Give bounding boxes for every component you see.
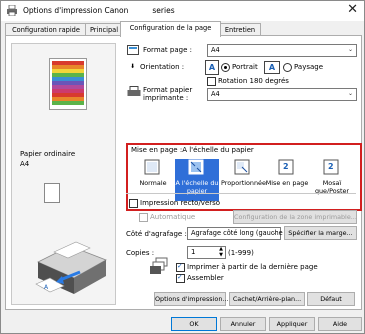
page-size-select[interactable]: A4 ⌄ — [207, 44, 357, 57]
stepper-arrows-icon[interactable]: ▲ ▼ — [219, 246, 223, 258]
ok-button[interactable]: OK — [171, 317, 217, 331]
cancel-button[interactable]: Annuler — [220, 317, 266, 331]
title-bar: Options d'impression Canon series ✕ — [1, 1, 364, 21]
layout-normal[interactable]: Normale — [131, 159, 175, 201]
specify-margin-button[interactable]: Spécifier la marge... — [284, 226, 357, 240]
media-type-text: Papier ordinaire — [20, 150, 76, 158]
preview-image — [52, 61, 84, 105]
apply-button[interactable]: Appliquer — [269, 317, 315, 331]
stapling-side-value: Agrafage côté long (gauche — [191, 229, 283, 237]
duplex-auto-checkbox[interactable] — [139, 213, 148, 222]
orientation-label: Orientation : — [140, 63, 185, 71]
rotate-180-label: Rotation 180 degrés — [218, 77, 289, 85]
divider — [126, 193, 356, 194]
page-layout-badge: 2 — [283, 162, 289, 171]
printer-paper-size-select[interactable]: A4 ⌄ — [207, 88, 357, 101]
reverse-order-checkbox[interactable] — [176, 262, 185, 272]
collate-checkbox[interactable] — [176, 273, 185, 283]
printer-paper-size-label-line2: imprimante : — [143, 94, 189, 102]
duplex-label: Impression recto/verso — [140, 199, 221, 207]
copies-value: 1 — [191, 248, 196, 256]
copies-stepper[interactable]: 1 ▲ ▼ — [187, 246, 226, 259]
chevron-down-icon: ⌄ — [347, 46, 353, 53]
layout-fit-to-paper[interactable]: A l'échelle du papier — [175, 159, 219, 201]
printer-paper-size-label-line1: Format papier — [143, 86, 193, 94]
orientation-bullet-icon: ⬇ — [130, 63, 136, 70]
duplex-auto-label: Automatique — [150, 213, 196, 221]
landscape-radio[interactable] — [283, 63, 292, 72]
layout-page-layout[interactable]: 2 Mise en page — [265, 159, 309, 201]
layout-scaled-label: Proportionnée — [221, 179, 266, 187]
layout-page-layout-label: Mise en page — [265, 179, 309, 187]
copies-range: (1-999) — [228, 249, 254, 257]
layout-tiling-poster[interactable]: 2 Mosaï que/Poster — [310, 159, 354, 201]
reverse-order-label: Imprimer à partir de la dernière page — [187, 263, 318, 271]
stapling-side-label: Côté d'agrafage : — [126, 230, 187, 238]
defaults-button[interactable]: Défaut — [307, 292, 355, 306]
collate-label: Assembler — [187, 274, 224, 282]
print-options-button[interactable]: Options d'impression... — [154, 292, 228, 306]
close-icon[interactable]: ✕ — [347, 3, 358, 17]
portrait-label: Portrait — [232, 63, 258, 71]
tab-page-setup[interactable]: Configuration de la page — [120, 21, 221, 37]
copies-stack-icon — [150, 257, 168, 274]
chevron-down-icon: ⌄ — [271, 229, 277, 236]
page-size-label: Format page : — [143, 46, 192, 54]
help-button[interactable]: Aide — [318, 317, 362, 331]
landscape-label: Paysage — [294, 63, 324, 71]
scaled-icon — [234, 159, 250, 175]
paper-preview — [49, 58, 87, 110]
window-title: Options d'impression Canon series — [23, 6, 175, 15]
stamp-background-button[interactable]: Cachet/Arrière-plan... — [229, 292, 305, 306]
printer-paper-size-icon — [127, 86, 141, 96]
paper-orientation-icon — [44, 183, 60, 203]
stapling-side-select[interactable]: Agrafage côté long (gauche ⌄ — [187, 227, 283, 240]
paper-size-text: A4 — [20, 160, 30, 168]
page-layout-title: Mise en page :A l'échelle du papier — [131, 146, 254, 154]
layout-normal-label: Normale — [139, 179, 167, 187]
layout-scaled[interactable]: Proportionnée — [221, 159, 266, 201]
landscape-icon: A — [264, 61, 280, 74]
preview-pane: Papier ordinaire A4 A — [11, 43, 116, 305]
chevron-down-icon: ⌄ — [347, 90, 353, 97]
copies-label: Copies : — [126, 249, 155, 257]
printer-illustration-icon: A — [35, 241, 107, 294]
normal-icon — [144, 159, 160, 175]
duplex-checkbox[interactable] — [129, 199, 138, 208]
printer-app-icon — [7, 5, 17, 16]
page-size-value: A4 — [211, 46, 220, 54]
rotate-180-checkbox[interactable] — [207, 77, 216, 86]
printable-area-button[interactable]: Configuration de la zone imprimable... — [233, 210, 357, 224]
printer-paper-size-value: A4 — [211, 90, 220, 98]
print-options-window: Options d'impression Canon series ✕ Confi… — [0, 0, 365, 334]
fit-to-paper-icon — [188, 159, 204, 175]
portrait-icon: A — [205, 60, 219, 75]
tiling-poster-badge: 2 — [328, 162, 334, 171]
portrait-radio[interactable] — [221, 63, 230, 72]
page-size-icon — [127, 45, 139, 55]
